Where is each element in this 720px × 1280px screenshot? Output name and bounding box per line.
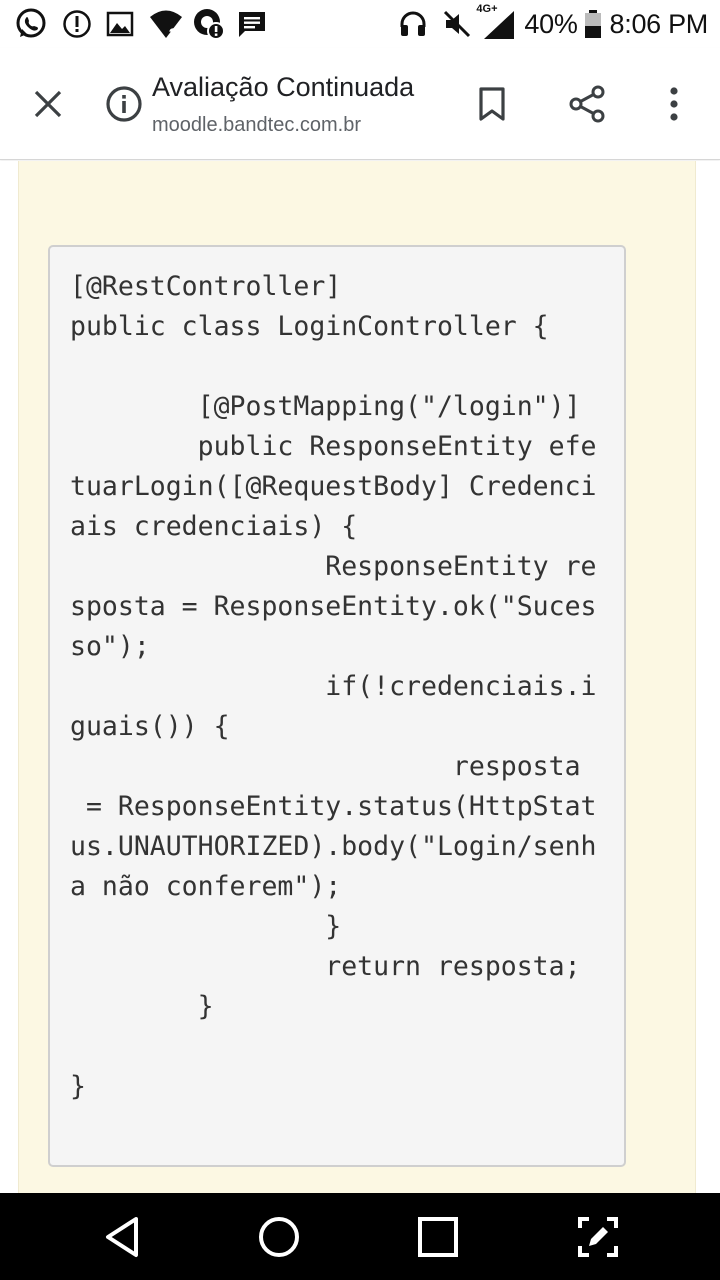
battery-percent: 40% xyxy=(524,8,578,39)
close-icon xyxy=(34,90,62,118)
code-line: } xyxy=(70,1071,86,1102)
recents-button[interactable] xyxy=(408,1207,468,1267)
code-line: sposta = ResponseEntity.ok("Suces xyxy=(70,591,597,622)
more-icon xyxy=(670,87,678,121)
whatsapp-icon xyxy=(14,8,48,40)
clock: 8:06 PM xyxy=(609,8,709,39)
question-panel: [@RestController] public class LoginContr… xyxy=(18,161,696,1193)
back-button[interactable] xyxy=(92,1207,152,1267)
battery-icon xyxy=(584,9,602,39)
navigation-bar xyxy=(0,1193,720,1280)
code-line: ResponseEntity re xyxy=(70,551,597,582)
wifi-question-icon: ? xyxy=(148,8,184,40)
code-line: if(!credenciais.i xyxy=(70,671,597,702)
network-type-label: 4G+ xyxy=(476,3,498,15)
screenshot-edit-button[interactable] xyxy=(568,1207,628,1267)
code-line: tuarLogin([@RequestBody] Credenci xyxy=(70,471,597,502)
screenshot-edit-icon xyxy=(578,1217,618,1257)
gallery-icon xyxy=(106,8,134,40)
code-line: } xyxy=(70,991,214,1022)
code-line: [@PostMapping("/login")] xyxy=(70,391,581,422)
close-button[interactable] xyxy=(20,76,76,132)
recents-icon xyxy=(418,1217,458,1257)
home-icon xyxy=(259,1217,299,1257)
code-line: public ResponseEntity efe xyxy=(70,431,597,462)
code-line: guais()) { xyxy=(70,711,230,742)
code-line: = ResponseEntity.status(HttpStat xyxy=(70,791,597,822)
signal-icon: 4G+ xyxy=(476,3,516,41)
info-icon xyxy=(106,86,142,122)
code-line: return resposta; xyxy=(70,951,581,982)
page-content: [@RestController] public class LoginContr… xyxy=(0,161,720,1193)
data-saver-icon xyxy=(192,8,226,40)
bookmark-button[interactable] xyxy=(464,76,520,132)
mute-icon xyxy=(442,9,472,39)
message-icon xyxy=(236,8,268,40)
bookmark-icon xyxy=(479,87,505,121)
code-line: so"); xyxy=(70,631,150,662)
share-button[interactable] xyxy=(560,76,616,132)
headset-icon xyxy=(398,9,428,39)
code-line: resposta xyxy=(70,751,581,782)
code-line: a não conferem"); xyxy=(70,871,342,902)
home-button[interactable] xyxy=(249,1207,309,1267)
alert-icon xyxy=(62,8,92,40)
page-title: Avaliação Continuada xyxy=(152,72,415,102)
status-bar: ? 4G+ 40% 8:06 PM xyxy=(0,0,720,48)
code-line: } xyxy=(70,911,342,942)
code-line: ais credenciais) { xyxy=(70,511,358,542)
svg-text:?: ? xyxy=(169,25,178,40)
site-info-button[interactable] xyxy=(96,76,152,132)
code-text: [@RestController] public class LoginContr… xyxy=(70,267,597,1107)
code-line: [@RestController] xyxy=(70,271,342,302)
share-icon xyxy=(569,85,605,123)
more-options-button[interactable] xyxy=(646,76,702,132)
code-line: public class LoginController { xyxy=(70,311,549,342)
code-line: us.UNAUTHORIZED).body("Login/senh xyxy=(70,831,597,862)
code-block: [@RestController] public class LoginContr… xyxy=(48,245,626,1167)
browser-toolbar: Avaliação Continuada moodle.bandtec.com.… xyxy=(0,48,720,160)
page-url: moodle.bandtec.com.br xyxy=(152,114,362,136)
back-icon xyxy=(106,1217,138,1257)
